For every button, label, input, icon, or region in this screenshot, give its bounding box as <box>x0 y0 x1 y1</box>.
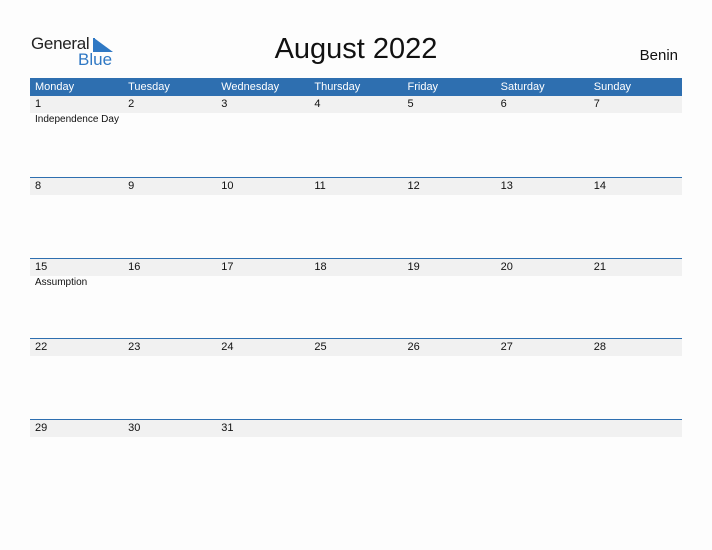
calendar-title: August 2022 <box>274 33 438 65</box>
day-number: 13 <box>500 180 513 192</box>
day-number: 2 <box>128 98 135 110</box>
week-row: 29 30 31 <box>30 418 682 500</box>
weekday-friday: Friday <box>407 81 439 93</box>
date-number-row: 1 2 3 4 5 6 7 <box>30 96 682 113</box>
holiday-label <box>123 276 216 290</box>
holiday-label <box>309 113 402 127</box>
date-number-row: 29 30 31 <box>30 419 682 437</box>
holiday-label <box>216 113 309 127</box>
day-number: 24 <box>221 341 234 353</box>
day-number: 28 <box>593 341 606 353</box>
day-number: 3 <box>221 98 228 110</box>
holiday-label <box>403 276 496 290</box>
day-number: 18 <box>314 260 327 273</box>
week-row: 22 23 24 25 26 27 28 <box>30 338 682 419</box>
day-number: 9 <box>128 180 135 192</box>
holiday-label <box>403 113 496 127</box>
date-number-row: 8 9 10 11 12 13 14 <box>30 178 682 195</box>
day-number: 26 <box>407 341 420 353</box>
weekday-saturday: Saturday <box>500 81 545 93</box>
holiday-label <box>589 113 682 127</box>
day-number: 10 <box>221 180 234 192</box>
day-number: 16 <box>128 260 141 273</box>
country-label: Benin <box>639 47 678 64</box>
holiday-label <box>123 113 216 127</box>
day-number: 5 <box>407 98 414 110</box>
day-number: 31 <box>221 421 234 434</box>
day-number: 30 <box>128 421 141 434</box>
holiday-label <box>496 113 589 127</box>
event-row: Assumption <box>30 276 682 290</box>
holiday-label: Assumption <box>35 276 88 288</box>
day-number: 6 <box>500 98 507 110</box>
week-row: 15 16 17 18 19 20 21 Assumption <box>30 257 682 339</box>
day-number: 29 <box>35 421 48 434</box>
day-number: 7 <box>593 98 600 110</box>
day-number: 19 <box>407 260 420 273</box>
holiday-label <box>216 276 309 290</box>
day-number <box>496 420 589 437</box>
day-number: 14 <box>593 180 606 192</box>
day-number: 4 <box>314 98 321 110</box>
day-number <box>403 420 496 437</box>
day-number: 25 <box>314 341 327 353</box>
day-number: 8 <box>35 180 42 192</box>
weekday-wednesday: Wednesday <box>221 81 280 93</box>
holiday-label <box>589 276 682 290</box>
weekday-header: Monday Tuesday Wednesday Thursday Friday… <box>30 78 682 96</box>
day-number: 27 <box>500 341 513 353</box>
holiday-label: Independence Day <box>35 114 119 125</box>
day-number: 21 <box>593 260 606 273</box>
day-number <box>309 420 402 437</box>
week-row: 8 9 10 11 12 13 14 <box>30 177 682 258</box>
weekday-monday: Monday <box>35 81 75 93</box>
day-number: 17 <box>221 260 234 273</box>
date-number-row: 15 16 17 18 19 20 21 <box>30 258 682 276</box>
holiday-label <box>496 276 589 290</box>
day-number: 1 <box>35 98 42 110</box>
day-number: 22 <box>35 341 48 353</box>
calendar-grid: Monday Tuesday Wednesday Thursday Friday… <box>30 78 682 499</box>
event-row: Independence Day <box>30 113 682 127</box>
day-number: 20 <box>500 260 513 273</box>
weekday-tuesday: Tuesday <box>128 81 170 93</box>
day-number: 15 <box>35 260 48 273</box>
day-number <box>589 420 682 437</box>
day-number: 23 <box>128 341 141 353</box>
day-number: 11 <box>314 180 326 192</box>
holiday-label <box>309 276 402 290</box>
weekday-thursday: Thursday <box>314 81 361 93</box>
day-number: 12 <box>407 180 420 192</box>
date-number-row: 22 23 24 25 26 27 28 <box>30 339 682 356</box>
week-row: 1 2 3 4 5 6 7 Independence Day <box>30 96 682 177</box>
weekday-sunday: Sunday <box>593 81 632 93</box>
